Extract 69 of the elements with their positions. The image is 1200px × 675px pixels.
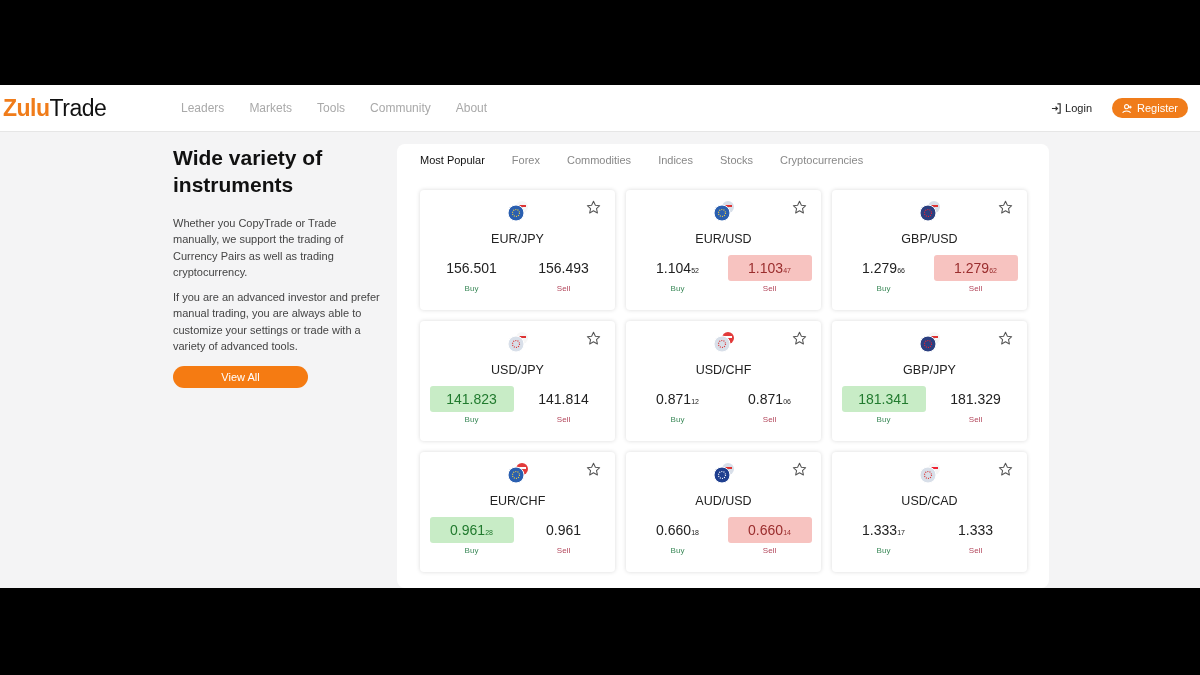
star-icon[interactable] (792, 331, 807, 346)
sell-label: Sell (762, 546, 777, 555)
star-icon[interactable] (792, 462, 807, 477)
buy-label: Buy (876, 284, 891, 293)
sell-price[interactable]: 181.329 (933, 386, 1018, 412)
sell-price[interactable]: 0.961 (521, 517, 606, 543)
sell-label: Sell (968, 415, 983, 424)
sell-label: Sell (968, 546, 983, 555)
sell-price[interactable]: 1.333 (933, 517, 1018, 543)
tab[interactable]: Forex (511, 154, 540, 190)
flag-icon (505, 462, 530, 484)
logo[interactable]: ZuluTrade (3, 94, 181, 122)
buy-label: Buy (464, 546, 479, 555)
pair-name: USD/CHF (695, 363, 752, 377)
buy-label: Buy (670, 284, 685, 293)
star-icon[interactable] (998, 200, 1013, 215)
instrument-card[interactable]: USD/JPY 141.823 Buy 141.814 Sell (420, 321, 615, 441)
star-icon[interactable] (998, 462, 1013, 477)
buy-label: Buy (464, 415, 479, 424)
sell-label: Sell (556, 546, 571, 555)
instrument-card[interactable]: EUR/JPY 156.501 Buy 156.493 Sell (420, 190, 615, 310)
star-icon[interactable] (586, 331, 601, 346)
sell-label: Sell (968, 284, 983, 293)
star-icon[interactable] (792, 200, 807, 215)
buy-price[interactable]: 181.341 (841, 386, 926, 412)
flag-icon (917, 462, 942, 484)
flag-icon (917, 331, 942, 353)
login-icon (1051, 102, 1063, 114)
sell-label: Sell (762, 284, 777, 293)
pair-name: USD/JPY (491, 363, 544, 377)
sell-label: Sell (556, 284, 571, 293)
sell-label: Sell (556, 415, 571, 424)
buy-label: Buy (876, 415, 891, 424)
login-link[interactable]: Login (1051, 102, 1093, 114)
buy-label: Buy (464, 284, 479, 293)
sell-label: Sell (762, 415, 777, 424)
tab[interactable]: Commodities (566, 154, 632, 190)
pair-name: GBP/JPY (903, 363, 956, 377)
buy-price[interactable]: 156.501 (429, 255, 514, 281)
buy-label: Buy (876, 546, 891, 555)
tab[interactable]: Stocks (720, 154, 753, 190)
pair-name: GBP/USD (901, 232, 958, 246)
flag-icon (917, 200, 942, 222)
buy-label: Buy (670, 415, 685, 424)
pair-name: EUR/CHF (489, 494, 546, 508)
buy-label: Buy (670, 546, 685, 555)
flag-icon (711, 331, 736, 353)
sell-price[interactable]: 156.493 (521, 255, 606, 281)
pair-name: AUD/USD (695, 494, 752, 508)
flag-icon (505, 200, 530, 222)
flag-icon (711, 462, 736, 484)
section-title: Wide variety of instruments (173, 145, 324, 198)
tab[interactable]: Indices (658, 154, 693, 190)
description-text: If you are an advanced investor and prefer manual trading, you are always able to customize your settings or trade with a variety of advanced tools. (173, 290, 380, 355)
star-icon[interactable] (586, 200, 601, 215)
pair-name: USD/CAD (901, 494, 958, 508)
tab[interactable]: Most Popular (420, 154, 485, 190)
add-user-icon (1122, 102, 1134, 114)
tab[interactable]: Cryptocurrencies (780, 154, 864, 190)
pair-name: EUR/USD (695, 232, 752, 246)
buy-price[interactable]: 141.823 (429, 386, 514, 412)
description-text: Whether you CopyTrade or Trade manually, we support the trading of Currency Pairs as well as trading cryptocurrency. (173, 216, 345, 280)
star-icon[interactable] (998, 331, 1013, 346)
sell-price[interactable]: 141.814 (521, 386, 606, 412)
star-icon[interactable] (586, 462, 601, 477)
pair-name: EUR/JPY (491, 232, 544, 246)
flag-icon (505, 331, 530, 353)
instrument-card[interactable]: GBP/JPY 181.341 Buy 181.329 Sell (832, 321, 1027, 441)
flag-icon (711, 200, 736, 222)
